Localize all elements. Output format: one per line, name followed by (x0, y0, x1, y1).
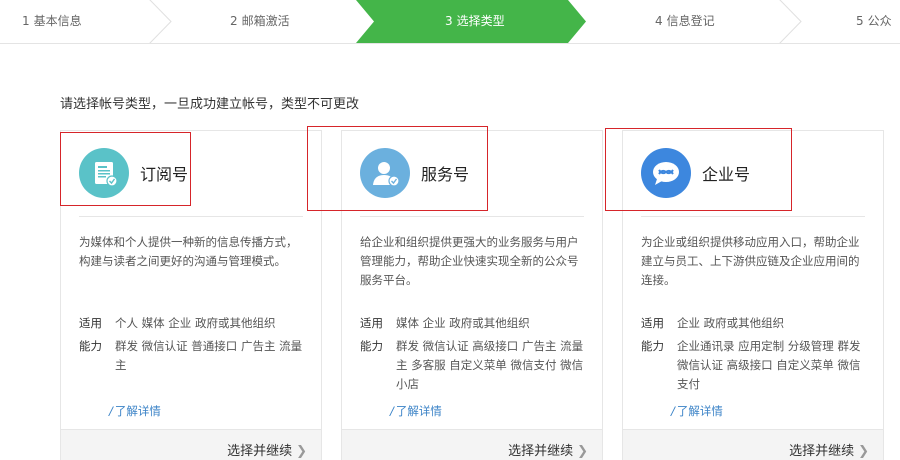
link-arrow-icon: / (671, 404, 675, 418)
abilities-label: 能力 (641, 339, 664, 353)
step-separator (149, 0, 172, 43)
select-continue-button[interactable]: 选择并继续 ❯ (227, 440, 307, 459)
card-divider (641, 216, 865, 217)
step-1-label: 基本信息 (33, 14, 82, 28)
card-divider (360, 216, 584, 217)
learn-more-label: 了解详情 (676, 404, 723, 418)
step-3-active: 3 选择类型 (445, 0, 505, 43)
step-5-number: 5 (856, 14, 864, 28)
abilities-value: 群发 微信认证 高级接口 广告主 流量主 多客服 自定义菜单 微信支付 微信小店 (396, 339, 584, 391)
select-continue-label: 选择并继续 (789, 444, 855, 459)
applicable-label: 适用 (360, 316, 383, 330)
learn-more-link[interactable]: / 了解详情 (109, 403, 161, 419)
step-3-number: 3 (445, 14, 453, 28)
step-2-label: 邮箱激活 (241, 14, 290, 28)
select-continue-button[interactable]: 选择并继续 ❯ (508, 440, 588, 459)
applicable-label: 适用 (641, 316, 664, 330)
card-description: 为媒体和个人提供一种新的信息传播方式，构建与读者之间更好的沟通与管理模式。 (79, 235, 298, 268)
step-5: 5公众号 (856, 0, 900, 43)
select-continue-bar[interactable]: 选择并继续 ❯ (61, 429, 321, 460)
learn-more-link[interactable]: / 了解详情 (390, 403, 442, 419)
card-divider (79, 216, 303, 217)
step-1-number: 1 (22, 14, 30, 28)
link-arrow-icon: / (109, 404, 113, 418)
step-3-label: 选择类型 (456, 14, 505, 28)
progress-steps: 1基本信息 2邮箱激活 3选择类型 4信息登记 5公众号 (0, 0, 900, 44)
abilities-row: 能力 群发 微信认证 普通接口 广告主 流量主 (79, 337, 307, 377)
select-continue-bar[interactable]: 选择并继续 ❯ (342, 429, 602, 460)
chevron-right-icon: ❯ (296, 444, 307, 459)
chevron-right-icon: ❯ (577, 444, 588, 459)
applicable-row: 适用 媒体 企业 政府或其他组织 (360, 314, 588, 334)
chevron-right-icon: ❯ (858, 444, 869, 459)
step-1: 1 基本信息 (22, 0, 82, 43)
highlight-box-service (307, 126, 488, 211)
abilities-value: 群发 微信认证 普通接口 广告主 流量主 (115, 339, 303, 372)
step-4: 4 信息登记 (655, 0, 715, 43)
select-continue-button[interactable]: 选择并继续 ❯ (789, 440, 869, 459)
learn-more-label: 了解详情 (395, 404, 442, 418)
applicable-row: 适用 个人 媒体 企业 政府或其他组织 (79, 314, 307, 334)
step-4-label: 信息登记 (666, 14, 715, 28)
abilities-row: 能力 群发 微信认证 高级接口 广告主 流量主 多客服 自定义菜单 微信支付 微… (360, 337, 588, 397)
step-2: 2 邮箱激活 (230, 0, 290, 43)
applicable-label: 适用 (79, 316, 102, 330)
highlight-box-enterprise (605, 128, 792, 211)
select-continue-label: 选择并继续 (227, 444, 293, 459)
applicable-row: 适用 企业 政府或其他组织 (641, 314, 869, 334)
step-4-number: 4 (655, 14, 663, 28)
card-description: 为企业或组织提供移动应用入口，帮助企业建立与员工、上下游供应链及企业应用间的连接… (641, 235, 860, 287)
account-type-instruction: 请选择帐号类型，一旦成功建立帐号，类型不可更改 (60, 97, 360, 112)
applicable-value: 企业 政府或其他组织 (677, 316, 785, 330)
abilities-value: 企业通讯录 应用定制 分级管理 群发 微信认证 高级接口 自定义菜单 微信支付 (677, 339, 861, 391)
applicable-value: 个人 媒体 企业 政府或其他组织 (115, 316, 276, 330)
card-description: 给企业和组织提供更强大的业务服务与用户管理能力，帮助企业快速实现全新的公众号服务… (360, 235, 579, 287)
abilities-label: 能力 (360, 339, 383, 353)
learn-more-link[interactable]: / 了解详情 (671, 403, 723, 419)
highlight-box-subscription (60, 132, 191, 206)
applicable-value: 媒体 企业 政府或其他组织 (396, 316, 530, 330)
step-2-number: 2 (230, 14, 238, 28)
learn-more-label: 了解详情 (114, 404, 161, 418)
step-separator (779, 0, 802, 43)
select-continue-bar[interactable]: 选择并继续 ❯ (623, 429, 883, 460)
abilities-label: 能力 (79, 339, 102, 353)
abilities-row: 能力 企业通讯录 应用定制 分级管理 群发 微信认证 高级接口 自定义菜单 微信… (641, 337, 869, 397)
select-continue-label: 选择并继续 (508, 444, 574, 459)
link-arrow-icon: / (390, 404, 394, 418)
